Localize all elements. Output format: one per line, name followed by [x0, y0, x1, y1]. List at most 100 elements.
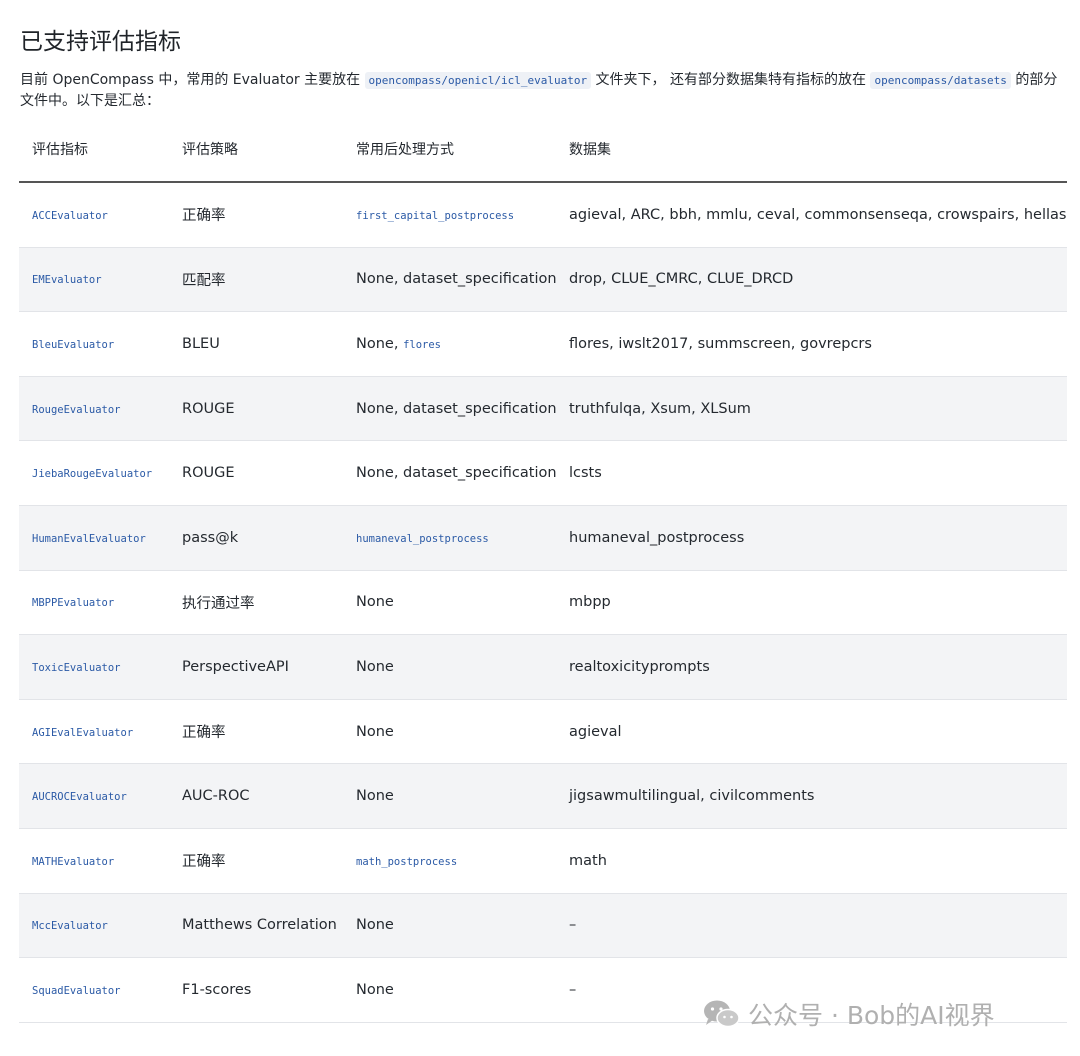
cell-postprocess: math_postprocess	[343, 828, 556, 894]
cell-postprocess: None	[343, 699, 556, 765]
cell-postprocess: None	[343, 957, 556, 1023]
cell-postprocess: None	[343, 893, 556, 959]
cell-postprocess: None	[343, 763, 556, 829]
postprocess-text: None, dataset_specification	[356, 271, 556, 288]
cell-evaluator: MccEvaluator	[19, 893, 169, 959]
cell-datasets: jigsawmultilingual, civilcomments	[556, 763, 1067, 829]
table-row: RougeEvaluator ROUGE None, dataset_specifi…	[19, 376, 1067, 442]
evaluator-name: AGIEvalEvaluator	[32, 726, 134, 739]
cell-postprocess: None, dataset_specification	[343, 376, 556, 442]
table-row: ToxicEvaluator PerspectiveAPI None realtoxi…	[19, 634, 1067, 700]
cell-strategy: AUC-ROC	[169, 763, 343, 829]
cell-postprocess: None, dataset_specification	[343, 247, 556, 313]
cell-evaluator: JiebaRougeEvaluator	[19, 440, 169, 506]
cell-postprocess: None	[343, 634, 556, 700]
cell-strategy: ROUGE	[169, 376, 343, 442]
cell-postprocess: humaneval_postprocess	[343, 505, 556, 571]
cell-datasets: –	[556, 893, 1067, 959]
table-header-row: 评估指标 评估策略 常用后处理方式 数据集	[19, 116, 1067, 183]
evaluator-name: BleuEvaluator	[32, 338, 115, 351]
postprocess-code: humaneval_postprocess	[356, 532, 489, 545]
evaluator-name: RougeEvaluator	[32, 403, 121, 416]
cell-evaluator: MATHEvaluator	[19, 828, 169, 894]
cell-strategy: 执行通过率	[169, 570, 343, 636]
evaluator-name: EMEvaluator	[32, 274, 102, 287]
header-postprocess: 常用后处理方式	[343, 116, 556, 183]
postprocess-text: None, dataset_specification	[356, 400, 556, 417]
evaluator-name: ToxicEvaluator	[32, 661, 121, 674]
table-row: ACCEvaluator 正确率 first_capital_postprocess…	[19, 182, 1067, 248]
table-row: HumanEvalEvaluator pass@k humaneval_postpr…	[19, 505, 1067, 571]
cell-strategy: F1-scores	[169, 957, 343, 1023]
cell-datasets: agieval, ARC, bbh, mmlu, ceval, commonse…	[556, 182, 1067, 248]
datasets-path-code: opencompass/datasets	[870, 72, 1011, 89]
cell-strategy: 正确率	[169, 828, 343, 894]
cell-evaluator: RougeEvaluator	[19, 376, 169, 442]
table-row: MATHEvaluator 正确率 math_postprocess math	[19, 828, 1067, 894]
cell-evaluator: BleuEvaluator	[19, 311, 169, 377]
evaluator-name: MBPPEvaluator	[32, 597, 115, 610]
postprocess-code: flores	[403, 338, 441, 351]
cell-datasets: humaneval_postprocess	[556, 505, 1067, 571]
table-row: MBPPEvaluator 执行通过率 None mbpp	[19, 570, 1067, 636]
cell-strategy: Matthews Correlation	[169, 893, 343, 959]
table-row: AGIEvalEvaluator 正确率 None agieval	[19, 699, 1067, 765]
header-strategy: 评估策略	[169, 116, 343, 183]
table-row: BleuEvaluator BLEU None, flores flores, iws…	[19, 311, 1067, 377]
postprocess-text: None, dataset_specification	[356, 465, 556, 482]
evaluator-path-code: opencompass/openicl/icl_evaluator	[364, 72, 592, 89]
cell-evaluator: HumanEvalEvaluator	[19, 505, 169, 571]
cell-evaluator: AUCROCEvaluator	[19, 763, 169, 829]
postprocess-text: None	[356, 917, 394, 934]
cell-strategy: ROUGE	[169, 440, 343, 506]
cell-strategy: 正确率	[169, 182, 343, 248]
cell-strategy: 正确率	[169, 699, 343, 765]
postprocess-code: math_postprocess	[356, 855, 458, 868]
intro-paragraph: 目前 OpenCompass 中，常用的 Evaluator 主要放在 open…	[20, 70, 1065, 111]
intro-text-2: 文件夹下， 还有部分数据集特有指标的放在	[591, 72, 871, 88]
cell-evaluator: SquadEvaluator	[19, 957, 169, 1023]
evaluator-name: JiebaRougeEvaluator	[32, 468, 153, 481]
cell-postprocess: None, dataset_specification	[343, 440, 556, 506]
cell-datasets: realtoxicityprompts	[556, 634, 1067, 700]
postprocess-text: None	[356, 788, 394, 805]
cell-evaluator: MBPPEvaluator	[19, 570, 169, 636]
cell-strategy: BLEU	[169, 311, 343, 377]
cell-postprocess: None	[343, 570, 556, 636]
cell-strategy: pass@k	[169, 505, 343, 571]
watermark-text: 公众号 · Bob的AI视界	[748, 1001, 995, 1030]
table-row: MccEvaluator Matthews Correlation None –	[19, 893, 1067, 959]
watermark: 公众号 · Bob的AI视界	[702, 996, 995, 1032]
cell-datasets: lcsts	[556, 440, 1067, 506]
postprocess-text: None	[356, 594, 394, 611]
cell-datasets: flores, iwslt2017, summscreen, govrepcrs	[556, 311, 1067, 377]
cell-evaluator: EMEvaluator	[19, 247, 169, 313]
intro-text-1: 目前 OpenCompass 中，常用的 Evaluator 主要放在	[20, 72, 365, 88]
cell-evaluator: ACCEvaluator	[19, 182, 169, 248]
wechat-icon	[704, 1000, 740, 1028]
cell-datasets: math	[556, 828, 1067, 894]
evaluator-name: MATHEvaluator	[32, 855, 115, 868]
evaluator-name: AUCROCEvaluator	[32, 791, 127, 804]
postprocess-code: first_capital_postprocess	[356, 209, 515, 222]
cell-postprocess: first_capital_postprocess	[343, 182, 556, 248]
evaluator-name: ACCEvaluator	[32, 209, 108, 222]
cell-strategy: PerspectiveAPI	[169, 634, 343, 700]
postprocess-text: None	[356, 658, 394, 675]
table-row: EMEvaluator 匹配率 None, dataset_specificatio…	[19, 247, 1067, 313]
postprocess-text: None	[356, 723, 394, 740]
cell-datasets: agieval	[556, 699, 1067, 765]
cell-datasets: drop, CLUE_CMRC, CLUE_DRCD	[556, 247, 1067, 313]
cell-evaluator: ToxicEvaluator	[19, 634, 169, 700]
evaluator-name: SquadEvaluator	[32, 984, 121, 997]
postprocess-text: None,	[356, 335, 404, 352]
cell-strategy: 匹配率	[169, 247, 343, 313]
cell-datasets: mbpp	[556, 570, 1067, 636]
evaluator-name: MccEvaluator	[32, 920, 108, 933]
page-title: 已支持评估指标	[20, 29, 181, 55]
postprocess-text: None	[356, 981, 394, 998]
cell-postprocess: None, flores	[343, 311, 556, 377]
cell-datasets: truthfulqa, Xsum, XLSum	[556, 376, 1067, 442]
header-metric: 评估指标	[19, 116, 169, 183]
table-row: JiebaRougeEvaluator ROUGE None, dataset_sp…	[19, 440, 1067, 506]
